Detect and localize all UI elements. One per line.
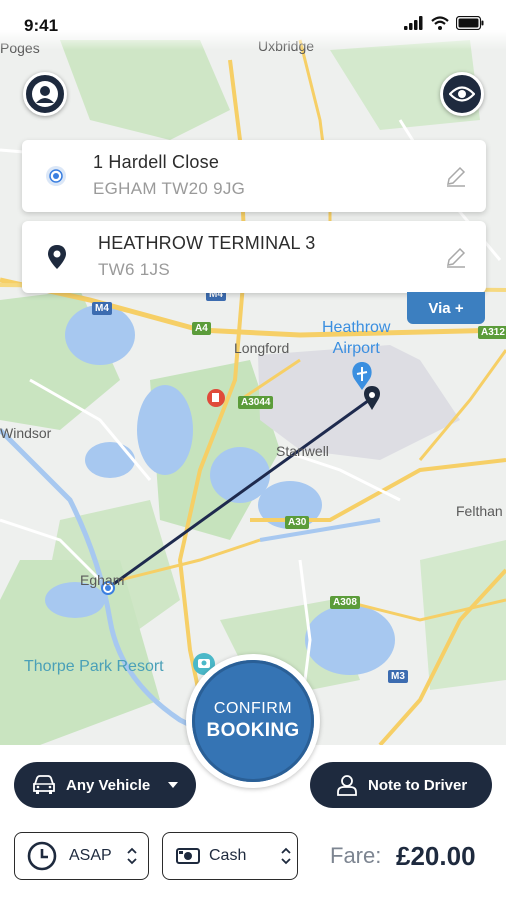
clock-icon <box>27 841 57 871</box>
pickup-address-line2: EGHAM TW20 9JG <box>93 179 246 198</box>
fuel-station-icon <box>207 389 225 407</box>
cash-icon <box>176 848 200 864</box>
road-badge-m3: M3 <box>388 670 408 683</box>
confirm-booking-button[interactable]: CONFIRM BOOKING <box>192 660 314 782</box>
map-label-stanwell: Stanwell <box>276 443 329 459</box>
battery-icon <box>456 16 484 30</box>
map-canvas[interactable] <box>0 0 506 745</box>
destination-pin-icon <box>48 245 66 269</box>
payment-method-select[interactable]: Cash <box>162 832 298 880</box>
note-to-driver-label: Note to Driver <box>368 776 468 794</box>
vehicle-select-label: Any Vehicle <box>66 776 151 794</box>
person-icon <box>337 775 357 796</box>
map-label-feltham: Felthan <box>456 503 503 519</box>
road-badge-a4: A4 <box>192 322 211 335</box>
select-chevron-icon <box>281 847 291 865</box>
fare-value: £20.00 <box>396 841 476 871</box>
confirm-label-line2: BOOKING <box>206 720 300 741</box>
road-badge-a3044: A3044 <box>238 396 274 409</box>
select-chevron-icon <box>127 847 137 865</box>
pickup-location-icon <box>46 166 66 186</box>
confirm-booking-ring: CONFIRM BOOKING <box>186 654 320 788</box>
edit-destination-icon[interactable] <box>444 245 468 269</box>
edit-pickup-icon[interactable] <box>444 164 468 188</box>
status-time: 9:41 <box>24 16 59 35</box>
road-badge-a312: A312 <box>478 326 506 339</box>
vehicle-select-button[interactable]: Any Vehicle <box>14 762 196 808</box>
map-label-egham: Egham <box>80 572 125 588</box>
fare-label: Fare: <box>330 843 382 868</box>
status-bar: 9:41 <box>0 0 506 50</box>
road-badge-a308: A308 <box>330 596 360 609</box>
map-view[interactable]: Poges Uxbridge Longford Windsor Stanwell… <box>0 0 506 745</box>
add-via-button[interactable]: Via + <box>407 292 485 324</box>
visibility-button[interactable] <box>440 72 484 116</box>
map-label-thorpe-park: Thorpe Park Resort <box>24 658 164 675</box>
dropdown-arrow-icon <box>168 782 179 788</box>
pickup-address-line1: 1 Hardell Close <box>93 152 220 172</box>
destination-address-card[interactable]: HEATHROW TERMINAL 3 TW6 1JS <box>22 221 486 293</box>
user-icon <box>32 81 58 107</box>
pickup-address-card[interactable]: 1 Hardell Close EGHAM TW20 9JG <box>22 140 486 212</box>
map-label-longford: Longford <box>234 340 290 356</box>
destination-address-line1: HEATHROW TERMINAL 3 <box>98 233 316 253</box>
status-icons <box>404 16 484 30</box>
wifi-icon <box>431 16 449 30</box>
payment-method-value: Cash <box>209 847 247 864</box>
eye-icon <box>449 86 475 102</box>
destination-address-line2: TW6 1JS <box>98 260 171 279</box>
road-badge-m4: M4 <box>92 302 112 315</box>
map-label-heathrow-airport: Heathrow Airport <box>322 317 390 359</box>
confirm-label-line1: CONFIRM <box>213 700 293 717</box>
road-badge-a30: A30 <box>285 516 310 529</box>
pickup-time-value: ASAP <box>69 847 112 864</box>
map-label-heathrow-line2: Airport <box>332 340 380 357</box>
note-to-driver-button[interactable]: Note to Driver <box>310 762 492 808</box>
map-label-heathrow-line1: Heathrow <box>322 319 391 336</box>
profile-button[interactable] <box>23 72 67 116</box>
map-label-windsor: Windsor <box>0 425 52 441</box>
cellular-signal-icon <box>404 16 423 30</box>
pickup-time-select[interactable]: ASAP <box>14 832 149 880</box>
car-icon <box>33 775 55 794</box>
